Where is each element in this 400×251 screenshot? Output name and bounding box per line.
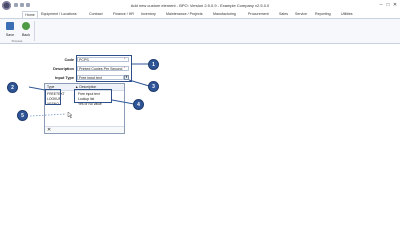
connector-2 [28,86,46,91]
annotation-badge-3: 3 [148,81,159,92]
connector-4 [111,99,135,105]
mouse-cursor-icon [67,111,73,119]
connector-5 [29,113,67,117]
connector-3 [128,79,150,87]
annotation-connectors [28,63,150,119]
annotation-badge-5: 5 [17,110,28,121]
annotation-badge-2: 2 [7,82,18,93]
annotation-badge-4: 4 [133,99,144,110]
annotation-badge-1: 1 [148,59,159,70]
